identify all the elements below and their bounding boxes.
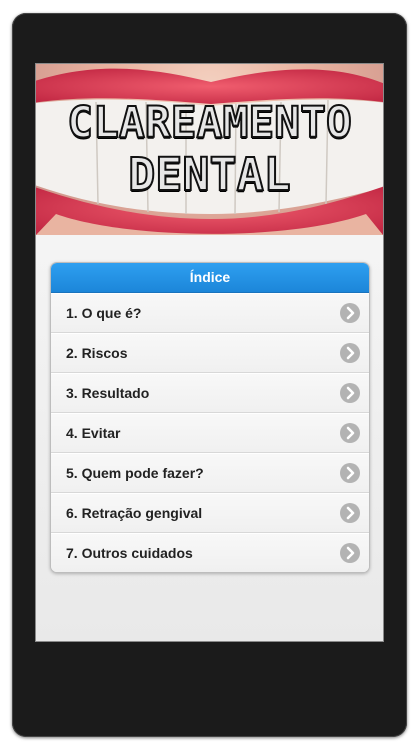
list-item-o-que-e[interactable]: 1. O que é? [51,293,369,333]
list-item-label: 4. Evitar [66,425,121,441]
list-item-label: 3. Resultado [66,385,150,401]
chevron-right-icon [340,303,360,323]
hero-banner: CLAREAMENTO DENTAL [36,64,383,235]
list-item-evitar[interactable]: 4. Evitar [51,413,369,453]
chevron-right-icon [340,503,360,523]
list-item-resultado[interactable]: 3. Resultado [51,373,369,413]
list-item-retracao-gengival[interactable]: 6. Retração gengival [51,493,369,533]
chevron-right-icon [340,543,360,563]
chevron-right-icon [340,343,360,363]
list-item-label: 2. Riscos [66,345,128,361]
list-item-quem-pode-fazer[interactable]: 5. Quem pode fazer? [51,453,369,493]
list-item-riscos[interactable]: 2. Riscos [51,333,369,373]
list-item-label: 5. Quem pode fazer? [66,465,204,481]
app-screen: CLAREAMENTO DENTAL Índice 1. O que é? 2.… [35,63,384,642]
list-item-label: 7. Outros cuidados [66,545,193,561]
list-item-label: 1. O que é? [66,305,142,321]
index-list: Índice 1. O que é? 2. Riscos 3. Resultad… [50,262,370,573]
hero-title-line2: DENTAL [127,147,292,202]
hero-title-line1: CLAREAMENTO [66,97,353,149]
list-item-outros-cuidados[interactable]: 7. Outros cuidados [51,533,369,572]
chevron-right-icon [340,463,360,483]
list-item-label: 6. Retração gengival [66,505,203,521]
chevron-right-icon [340,423,360,443]
chevron-right-icon [340,383,360,403]
index-header: Índice [51,263,369,293]
